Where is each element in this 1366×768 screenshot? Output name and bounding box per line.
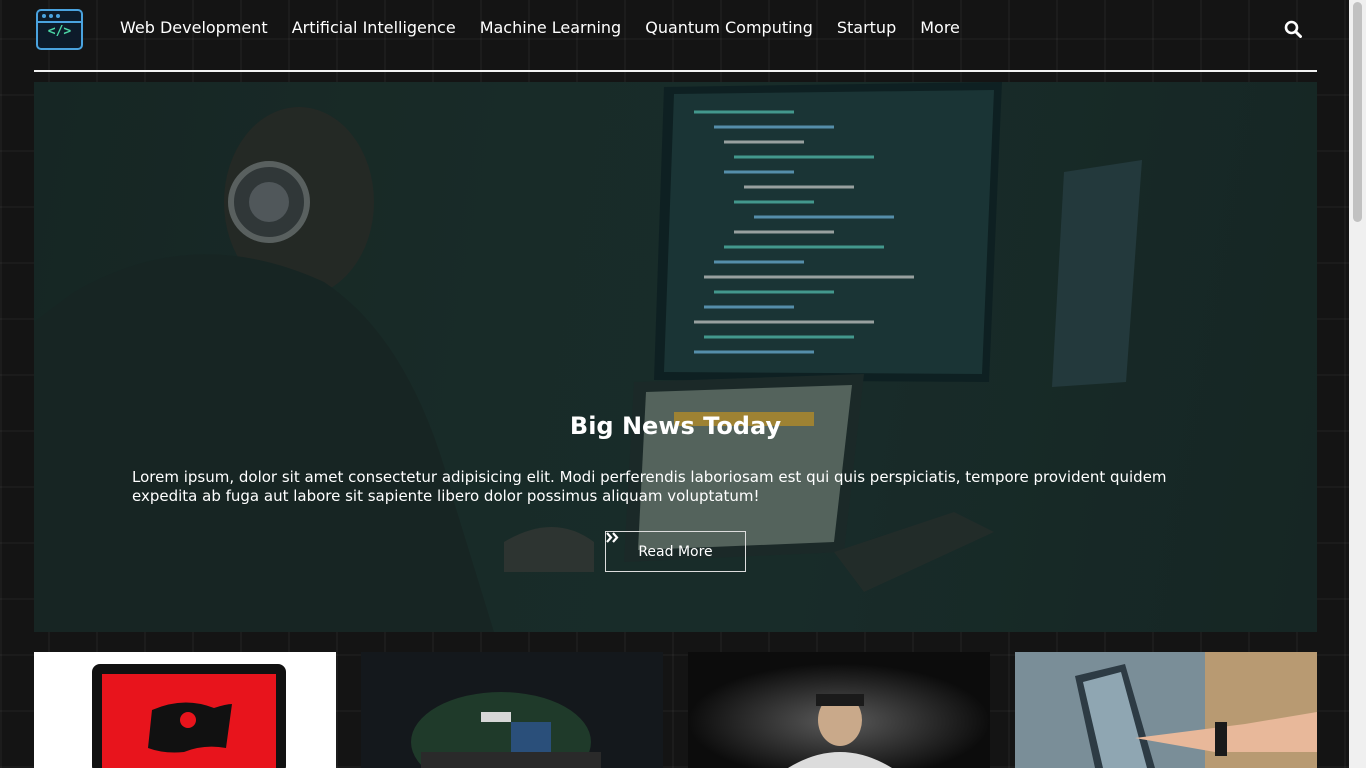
nav-links: Web Development Artificial Intelligence … [120,18,984,37]
read-more-label: Read More [638,543,713,560]
nav-divider [34,70,1317,72]
nav-link-machine-learning[interactable]: Machine Learning [480,18,622,37]
search-icon[interactable] [1284,20,1302,38]
article-card[interactable] [34,652,336,768]
desk-setup-image [411,692,601,768]
article-card[interactable] [1015,652,1317,768]
code-window-icon: </> [47,24,72,39]
nav-link-startup[interactable]: Startup [837,18,896,37]
nav-link-artificial-intelligence[interactable]: Artificial Intelligence [292,18,456,37]
article-card[interactable] [688,652,990,768]
article-card[interactable] [361,652,663,768]
nav-link-web-development[interactable]: Web Development [120,18,268,37]
hand-touching-laptop-image [1015,652,1317,768]
logo[interactable]: </> [36,9,83,50]
scrollbar-thumb[interactable] [1353,2,1362,222]
pirate-flag-laptop-image [92,664,286,768]
nav-link-quantum-computing[interactable]: Quantum Computing [645,18,813,37]
top-nav: </> Web Development Artificial Intellige… [34,0,1317,62]
hero-title: Big News Today [569,412,782,440]
hero-description: Lorem ipsum, dolor sit amet consectetur … [132,468,1167,505]
window-dots [42,14,60,18]
read-more-button[interactable]: Read More [605,531,746,572]
person-in-dark-image [688,652,990,768]
hero-banner: Big News Today Lorem ipsum, dolor sit am… [34,82,1317,632]
double-chevron-right-icon [606,532,619,543]
page-scrollbar[interactable] [1349,0,1366,768]
nav-link-more[interactable]: More [920,18,960,37]
